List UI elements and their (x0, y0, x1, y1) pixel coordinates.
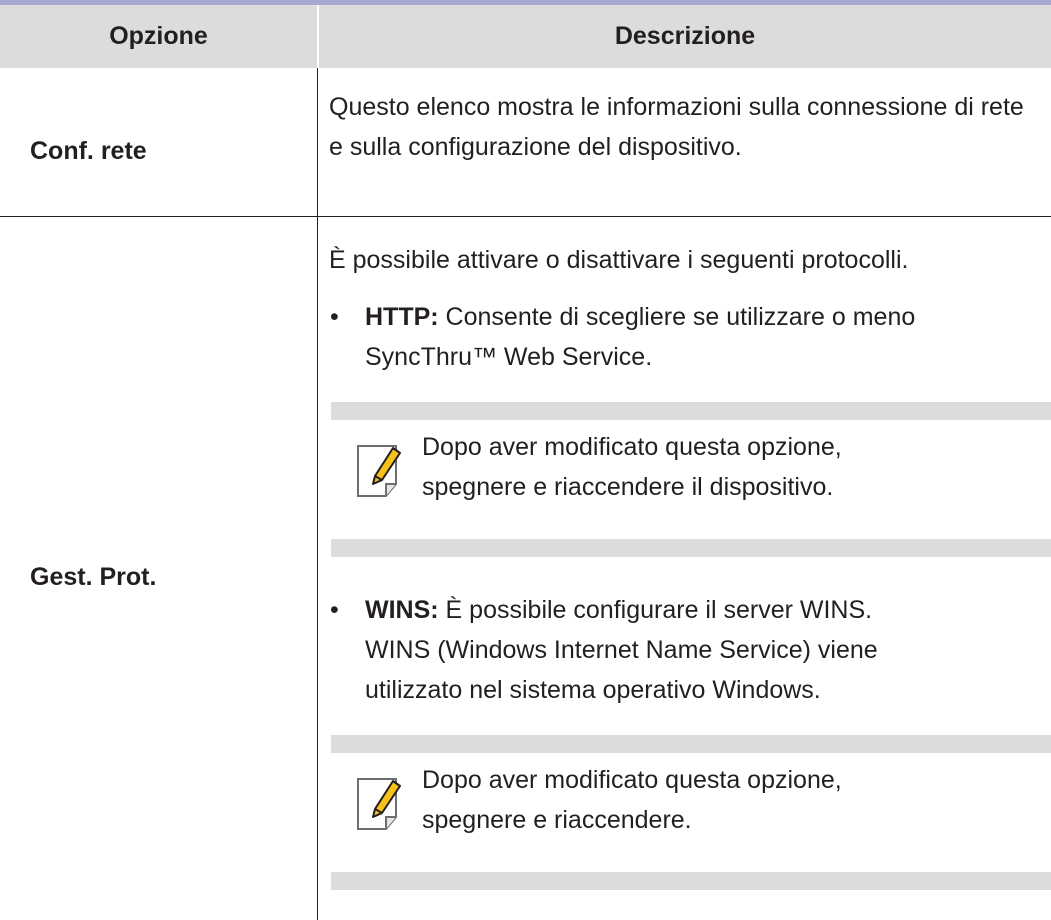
options-table: Opzione Descrizione Conf. rete Questo el… (0, 0, 1051, 920)
http-text-line2: SyncThru™ Web Service. (365, 343, 653, 371)
bullet-icon: • (330, 596, 339, 624)
http-text-line1: Consente di scegliere se utilizzare o me… (438, 303, 916, 331)
option-conf-rete: Conf. rete (30, 137, 147, 165)
note-text-line2: spegnere e riaccendere. (422, 806, 692, 834)
note-top-bar (331, 402, 1051, 420)
header-description: Descrizione (614, 22, 756, 50)
column-divider (317, 68, 318, 920)
wins-text-line3: utilizzato nel sistema operativo Windows… (365, 676, 821, 704)
note-top-bar (331, 735, 1051, 753)
note-pencil-icon (357, 778, 401, 830)
description-intro: È possibile attivare o disattivare i seg… (329, 246, 909, 274)
note-bottom-bar (331, 539, 1051, 557)
note-box: Dopo aver modificato questa opzione, spe… (331, 402, 1051, 557)
note-text-line1: Dopo aver modificato questa opzione, (422, 433, 842, 461)
description-conf-rete: Questo elenco mostra le informazioni sul… (329, 93, 1024, 161)
bullet-icon: • (330, 303, 339, 331)
header-option: Opzione (109, 22, 208, 50)
note-box: Dopo aver modificato questa opzione, spe… (331, 735, 1051, 890)
term-http: HTTP: (365, 303, 439, 331)
wins-text-line1: È possibile configurare il server WINS. (438, 596, 873, 624)
note-text-line2: spegnere e riaccendere il dispositivo. (422, 473, 834, 501)
list-item-wins: WINS: È possibile configurare il server … (365, 590, 872, 630)
list-item-http: HTTP: Consente di scegliere se utilizzar… (365, 297, 915, 337)
row-divider (0, 216, 1051, 217)
note-text-line1: Dopo aver modificato questa opzione, (422, 766, 842, 794)
term-wins: WINS: (365, 596, 439, 624)
note-pencil-icon (357, 445, 401, 497)
note-bottom-bar (331, 872, 1051, 890)
option-gest-prot: Gest. Prot. (30, 563, 157, 591)
wins-text-line2: WINS (Windows Internet Name Service) vie… (365, 636, 878, 664)
